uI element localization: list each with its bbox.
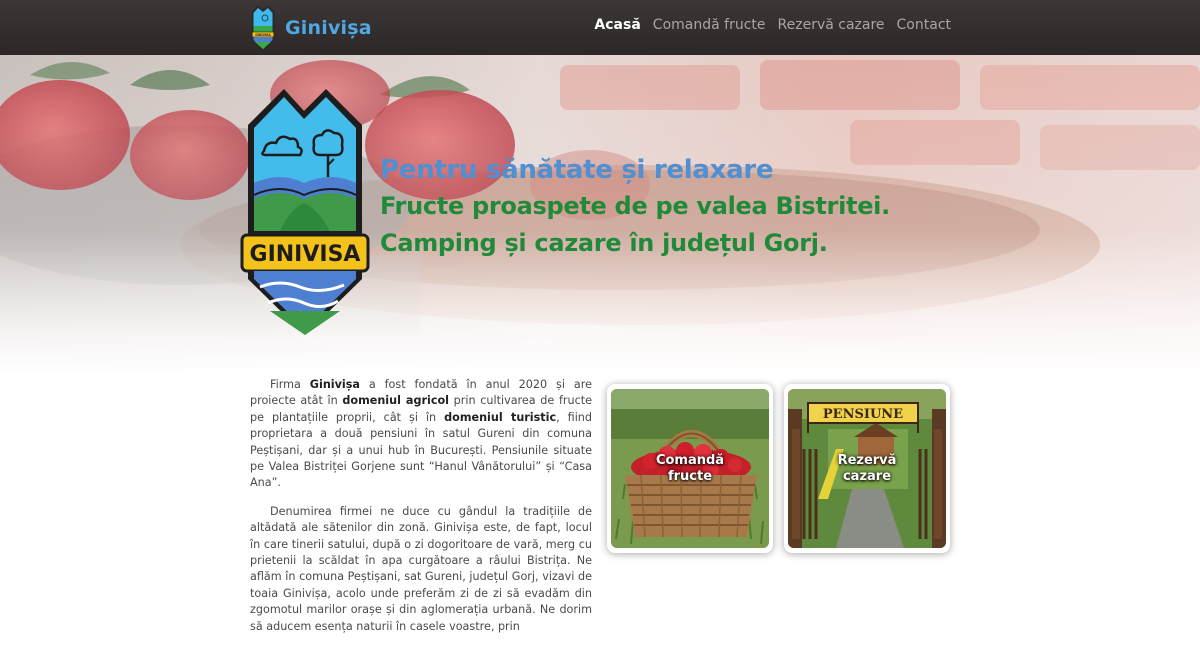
- ginivisa-logo-icon: GINIVISA: [240, 89, 370, 335]
- about-paragraph-2: Denumirea firmei ne duce cu gândul la tr…: [250, 504, 592, 633]
- card-label-line: Comandă: [655, 453, 725, 468]
- card-label-line: Rezervă: [837, 453, 897, 468]
- brand-name[interactable]: Ginivișa: [285, 17, 372, 39]
- about-paragraph-1: Firma Ginivișa a fost fondată în anul 20…: [250, 377, 592, 492]
- hero-heading-fruits: Fructe proaspete de pe valea Bistritei.: [380, 192, 890, 220]
- card-order-fruits[interactable]: Comandă fructe: [607, 384, 773, 553]
- hero-heading-health: Pentru sănătate și relaxare: [380, 155, 774, 185]
- logo-banner-text: GINIVISA: [250, 242, 361, 267]
- nav-link-contact[interactable]: Contact: [897, 17, 951, 33]
- strawberry-basket-image: Comandă fructe: [611, 389, 769, 548]
- card-label-line: cazare: [842, 469, 892, 484]
- nav-link-home[interactable]: Acasă: [594, 17, 640, 33]
- text-segment: Firma: [270, 378, 310, 391]
- hero-section: GINIVISA Pentru sănătate și relaxare Fru…: [0, 55, 1200, 375]
- card-label-line: fructe: [667, 469, 713, 484]
- tourism-domain-bold: domeniul turistic: [444, 410, 557, 424]
- navbar: GINIVISA Ginivișa Acasă Comandă fructe R…: [0, 0, 1200, 55]
- card-book-accommodation[interactable]: PENSIUNE Rezervă cazare: [784, 384, 950, 553]
- brand[interactable]: GINIVISA Ginivișa: [250, 4, 372, 52]
- guesthouse-gate-image: PENSIUNE Rezervă cazare: [788, 389, 946, 548]
- card-book-accommodation-label[interactable]: Rezervă cazare: [788, 453, 946, 485]
- company-name-bold: Ginivișa: [309, 378, 360, 391]
- agricultural-domain-bold: domeniul agricol: [342, 394, 449, 408]
- hero-heading-camping: Camping și cazare în județul Gorj.: [380, 229, 828, 257]
- brand-logo-icon[interactable]: GINIVISA: [250, 4, 276, 52]
- brand-logo-text: GINIVISA: [255, 33, 271, 37]
- main-nav: Acasă Comandă fructe Rezervă cazare Cont…: [594, 17, 951, 33]
- nav-link-order-fruits[interactable]: Comandă fructe: [653, 17, 766, 33]
- nav-link-book-accommodation[interactable]: Rezervă cazare: [778, 17, 885, 33]
- pensiune-sign-text: PENSIUNE: [823, 407, 903, 422]
- card-order-fruits-label[interactable]: Comandă fructe: [611, 453, 769, 485]
- about-text: Firma Ginivișa a fost fondată în anul 20…: [250, 377, 592, 647]
